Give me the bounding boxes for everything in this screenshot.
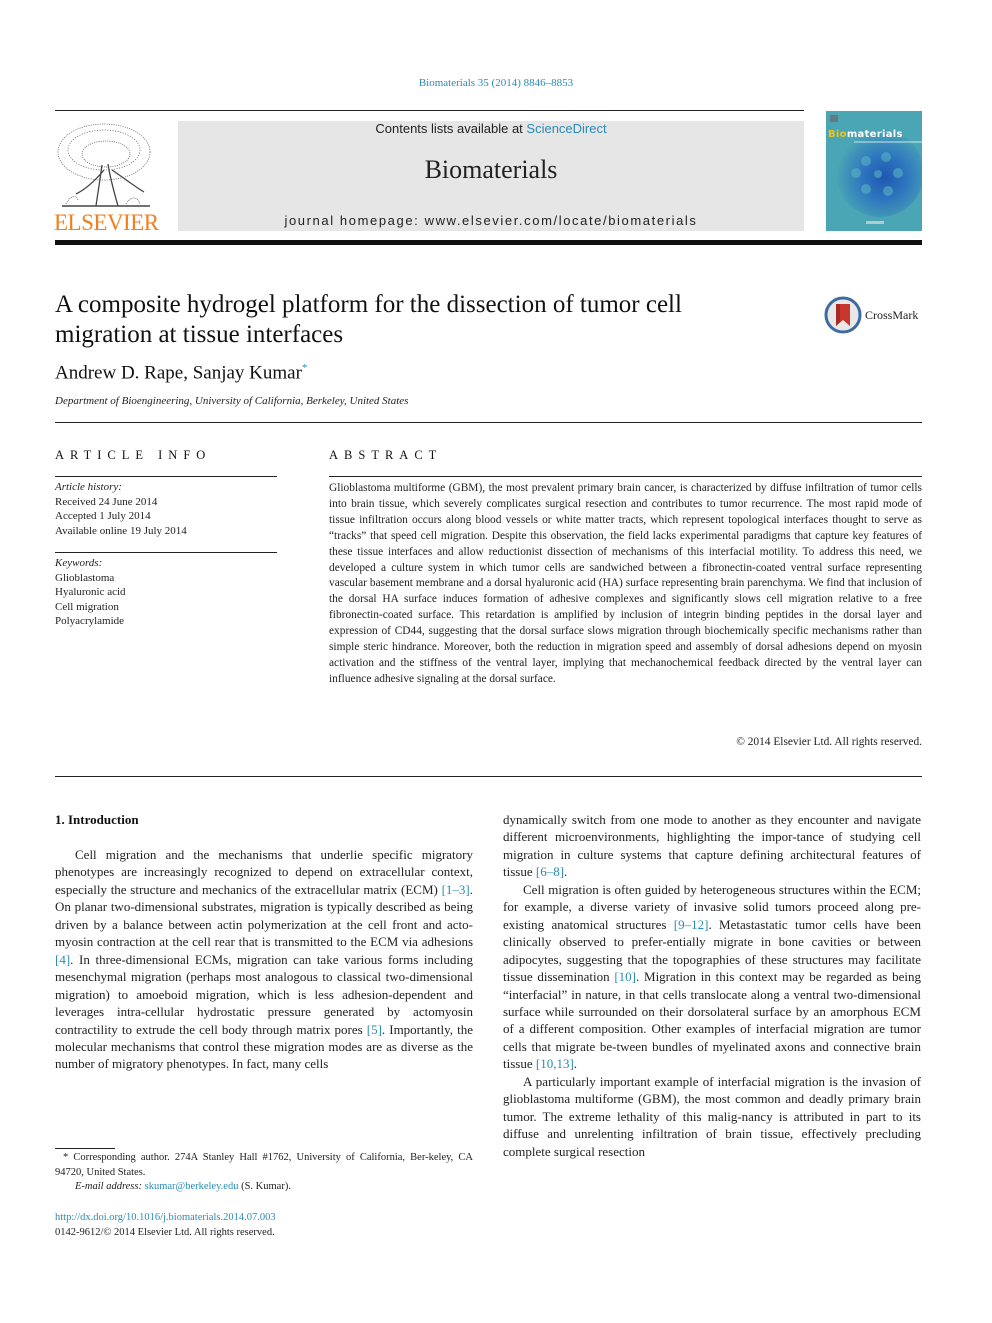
contents-prefix: Contents lists available at (375, 121, 527, 136)
elsevier-logo-text: ELSEVIER (54, 210, 159, 235)
journal-reference-link[interactable]: Biomaterials 35 (2014) 8846–8853 (0, 77, 992, 89)
history-online: Available online 19 July 2014 (55, 524, 187, 537)
paragraph: dynamically switch from one mode to anot… (503, 811, 921, 881)
cover-title-rest: materials (846, 129, 903, 140)
email-label: E-mail address: (75, 1181, 145, 1192)
email-suffix: (S. Kumar). (238, 1181, 291, 1192)
citation-link[interactable]: [10,13] (536, 1056, 574, 1071)
keyword-item: Cell migration (55, 600, 119, 613)
journal-homepage-link[interactable]: journal homepage: www.elsevier.com/locat… (178, 213, 804, 228)
sciencedirect-link[interactable]: ScienceDirect (526, 121, 606, 136)
article-history: Article history: Received 24 June 2014 A… (55, 480, 277, 538)
citation-link[interactable]: [5] (367, 1022, 382, 1037)
journal-title: Biomaterials (424, 155, 558, 184)
contents-line: Contents lists available at ScienceDirec… (178, 121, 804, 136)
abstract-bottom-rule (55, 776, 922, 777)
keywords-label: Keywords: (55, 557, 103, 569)
crossmark-badge[interactable]: CrossMark (824, 296, 924, 336)
doi-link[interactable]: http://dx.doi.org/10.1016/j.biomaterials… (55, 1211, 276, 1226)
author-names: Andrew D. Rape, Sanjay Kumar (55, 362, 302, 384)
paragraph: Cell migration and the mechanisms that u… (55, 846, 473, 1073)
doi-block: http://dx.doi.org/10.1016/j.biomaterials… (55, 1211, 276, 1240)
authors-rule (55, 422, 922, 423)
footnote-address: * Corresponding author. 274A Stanley Hal… (55, 1151, 473, 1180)
crossmark-icon (824, 296, 862, 334)
cover-title: Biomaterials (828, 129, 903, 140)
journal-banner: Contents lists available at ScienceDirec… (178, 121, 804, 231)
citation-link[interactable]: [6–8] (536, 864, 564, 879)
corresponding-author-mark[interactable]: * (302, 362, 308, 374)
keyword-item: Polyacrylamide (55, 615, 125, 627)
abstract-heading: ABSTRACT (329, 448, 443, 462)
cover-title-highlight: Bio (828, 129, 847, 140)
body-column-right: dynamically switch from one mode to anot… (503, 811, 921, 1160)
paragraph: A particularly important example of inte… (503, 1073, 921, 1159)
citation-link[interactable]: [9–12] (674, 917, 709, 932)
crossmark-label: CrossMark (865, 308, 919, 322)
journal-cover-image[interactable]: Biomaterials (826, 111, 922, 231)
history-accepted: Accepted 1 July 2014 (55, 510, 151, 522)
email-link[interactable]: skumar@berkeley.edu (145, 1181, 239, 1192)
corresponding-author-footnote: * Corresponding author. 274A Stanley Hal… (55, 1151, 473, 1195)
article-info-rule (55, 476, 277, 477)
keywords: Keywords: Glioblastoma Hyaluronic acid C… (55, 556, 277, 629)
article-title: A composite hydrogel platform for the di… (55, 291, 682, 348)
header-thick-rule (55, 240, 922, 245)
footnote-text: Corresponding author. 274A Stanley Hall … (55, 1152, 473, 1178)
keyword-item: Glioblastoma (55, 571, 115, 584)
citation-link[interactable]: [10] (614, 969, 636, 984)
header-rule (55, 110, 804, 111)
author-list: Andrew D. Rape, Sanjay Kumar* (55, 362, 307, 384)
article-history-label: Article history: (55, 481, 122, 493)
text-run: . (573, 1056, 578, 1072)
keywords-rule (55, 552, 277, 553)
abstract-text: Glioblastoma multiforme (GBM), the most … (329, 482, 922, 685)
citation-link[interactable]: [4] (55, 952, 70, 967)
paragraph: Cell migration is often guided by hetero… (503, 881, 921, 1073)
citation-link[interactable]: [1–3] (442, 882, 470, 897)
history-received: Received 24 June 2014 (55, 495, 158, 508)
footnote-rule (55, 1148, 115, 1149)
text-run: . (564, 864, 568, 880)
issn-copyright: 0142-9612/© 2014 Elsevier Ltd. All right… (55, 1226, 275, 1238)
abstract-rule (329, 476, 922, 477)
keyword-item: Hyaluronic acid (55, 586, 126, 598)
article-info-heading: ARTICLE INFO (55, 448, 212, 462)
text-run: Cell migration and the mechanisms that u… (55, 847, 473, 897)
affiliation: Department of Bioengineering, University… (55, 395, 409, 407)
abstract-copyright: © 2014 Elsevier Ltd. All rights reserved… (736, 736, 922, 748)
section-heading-introduction: 1. Introduction (55, 812, 139, 827)
footnote-email: E-mail address: skumar@berkeley.edu (S. … (55, 1180, 473, 1195)
body-column-left: Cell migration and the mechanisms that u… (55, 846, 473, 1073)
